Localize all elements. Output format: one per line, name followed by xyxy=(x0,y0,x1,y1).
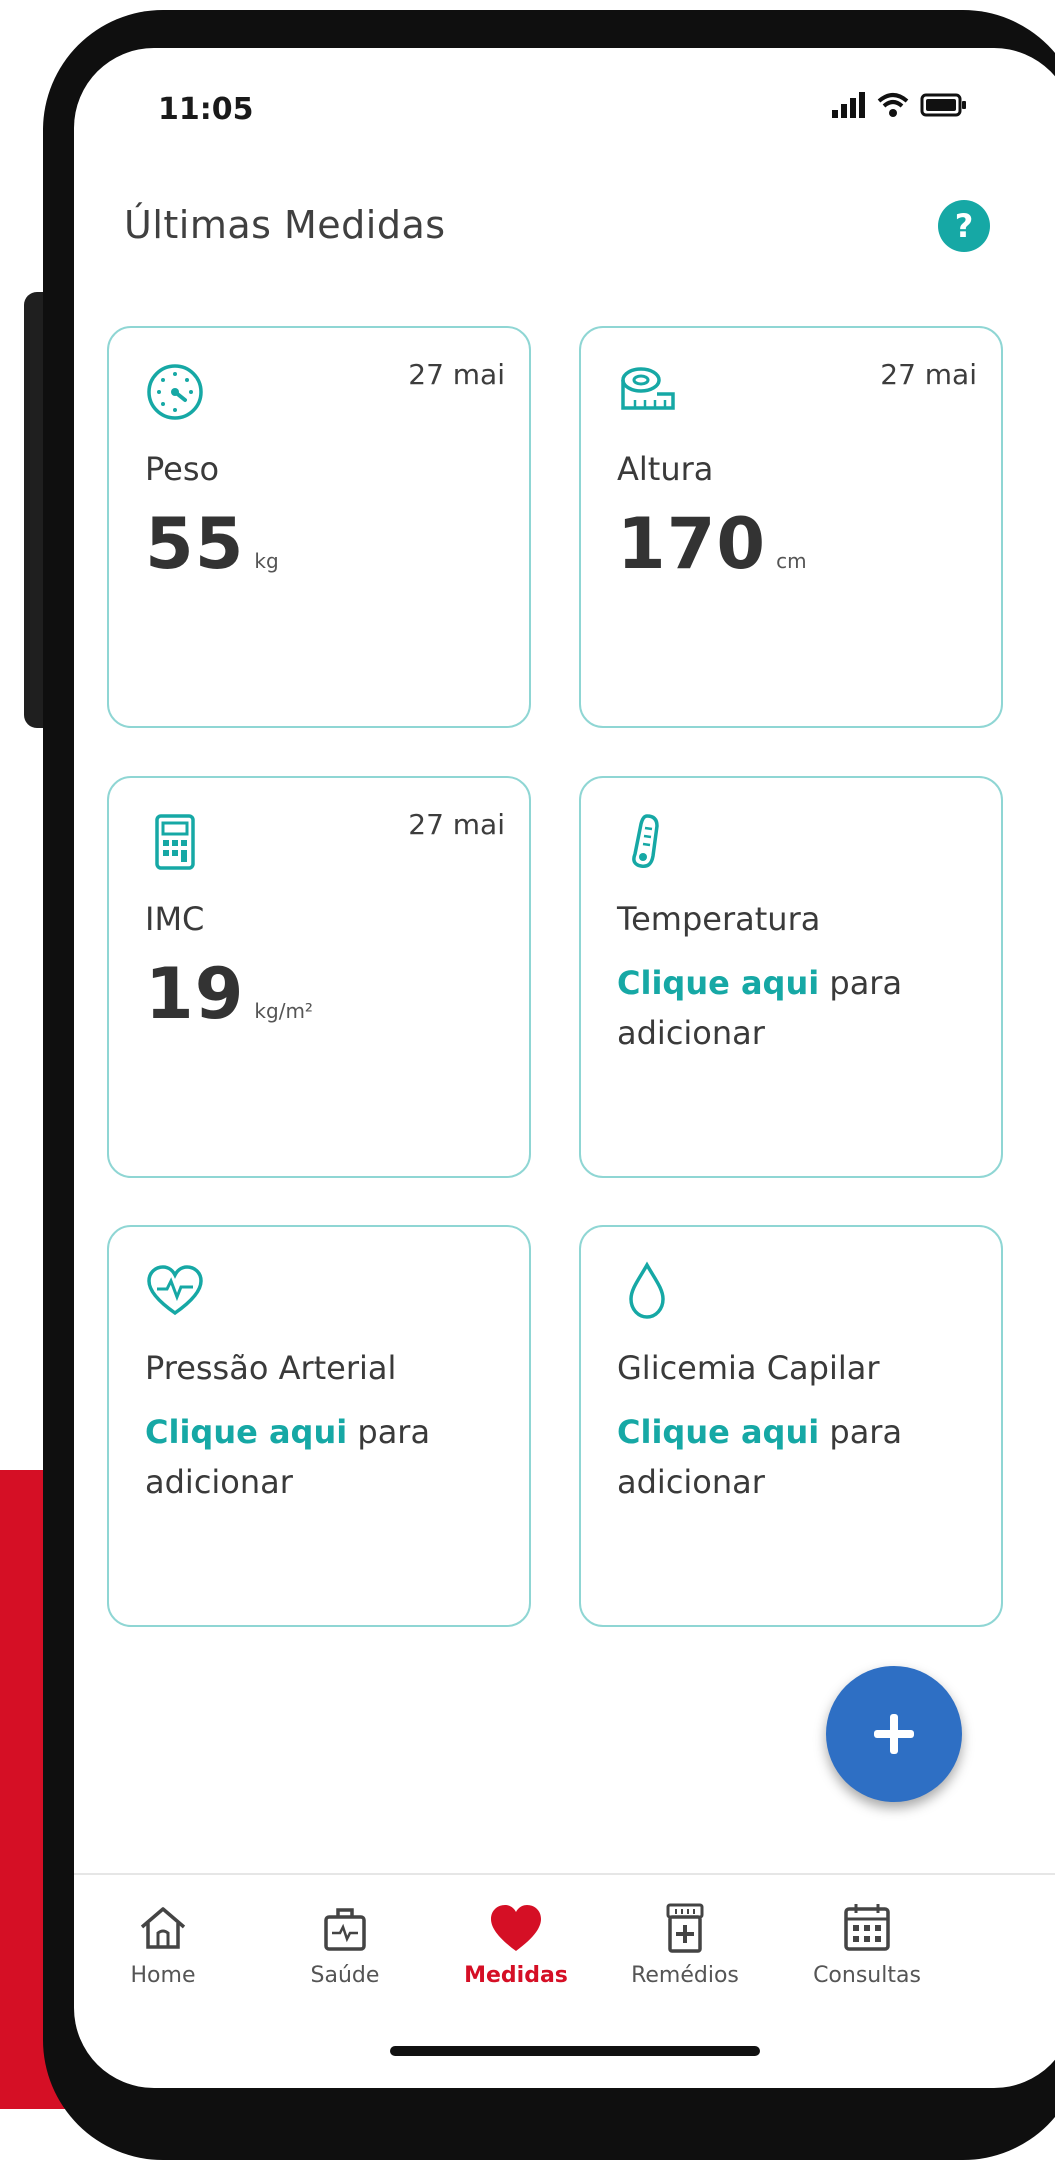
card-label: Altura xyxy=(617,450,714,488)
nav-divider xyxy=(74,1873,1055,1875)
card-value: 19 kg/m² xyxy=(145,953,313,1035)
status-icons xyxy=(830,92,968,118)
bottom-nav: Home Saúde Medidas Remédios Consultas xyxy=(74,1883,1055,2003)
help-icon: ? xyxy=(954,207,974,245)
card-altura[interactable]: 27 mai Altura 170 cm xyxy=(579,326,1003,728)
card-label: Temperatura xyxy=(617,900,821,938)
add-measurement-button[interactable] xyxy=(826,1666,962,1802)
drop-icon xyxy=(629,1261,665,1319)
wifi-icon xyxy=(877,93,909,117)
card-temperatura[interactable]: Temperatura Clique aqui para adicionar xyxy=(579,776,1003,1178)
card-glicemia-capilar[interactable]: Glicemia Capilar Clique aqui para adicio… xyxy=(579,1225,1003,1627)
card-date: 27 mai xyxy=(408,358,505,391)
add-measure-prompt: Clique aqui para adicionar xyxy=(617,958,977,1058)
thermometer-icon xyxy=(632,814,659,869)
nav-label: Medidas xyxy=(464,1963,568,1988)
card-value: 170 cm xyxy=(617,503,807,585)
card-label: Peso xyxy=(145,450,220,488)
card-label: IMC xyxy=(145,900,205,938)
add-measure-prompt: Clique aqui para adicionar xyxy=(145,1407,505,1507)
add-measure-link[interactable]: Clique aqui xyxy=(617,1413,819,1451)
nav-item-remedios[interactable]: Remédios xyxy=(610,1883,760,1993)
card-imc[interactable]: 27 mai IMC 19 kg/m² xyxy=(107,776,531,1178)
card-number: 19 xyxy=(145,953,245,1035)
plus-icon xyxy=(874,1714,914,1754)
nav-item-home[interactable]: Home xyxy=(88,1883,238,1993)
nav-label: Consultas xyxy=(813,1963,921,1988)
measuring-tape-icon xyxy=(621,367,675,410)
heart-pulse-icon xyxy=(147,1265,203,1316)
nav-item-consultas[interactable]: Consultas xyxy=(792,1883,942,1993)
add-measure-prompt: Clique aqui para adicionar xyxy=(617,1407,977,1507)
calculator-icon xyxy=(155,814,195,870)
card-label: Pressão Arterial xyxy=(145,1349,397,1387)
nav-label: Saúde xyxy=(310,1963,380,1988)
nav-item-saude[interactable]: Saúde xyxy=(270,1883,420,1993)
card-label: Glicemia Capilar xyxy=(617,1349,880,1387)
signal-icon xyxy=(832,92,865,118)
home-icon xyxy=(140,1907,186,1949)
nav-label: Home xyxy=(130,1963,196,1988)
add-measure-link[interactable]: Clique aqui xyxy=(617,964,819,1002)
card-value: 55 kg xyxy=(145,503,279,585)
status-time: 11:05 xyxy=(158,92,254,127)
nav-item-medidas[interactable]: Medidas xyxy=(441,1883,591,1993)
card-unit: kg xyxy=(254,549,279,573)
page-title: Últimas Medidas xyxy=(124,203,446,247)
nav-label: Remédios xyxy=(631,1963,739,1988)
card-number: 55 xyxy=(145,503,245,585)
card-date: 27 mai xyxy=(408,808,505,841)
calendar-icon xyxy=(844,1904,890,1951)
card-unit: cm xyxy=(776,549,807,573)
status-bar: 11:05 xyxy=(74,48,1055,158)
card-pressao-arterial[interactable]: Pressão Arterial Clique aqui para adicio… xyxy=(107,1225,531,1627)
health-kit-icon xyxy=(324,1908,366,1951)
scale-icon xyxy=(147,364,203,420)
card-peso[interactable]: 27 mai Peso 55 kg xyxy=(107,326,531,728)
add-measure-link[interactable]: Clique aqui xyxy=(145,1413,347,1451)
card-date: 27 mai xyxy=(880,358,977,391)
help-button[interactable]: ? xyxy=(938,200,990,252)
card-number: 170 xyxy=(617,503,767,585)
app-screen: 11:05 Últimas Medidas ? 27 mai Peso 55 k… xyxy=(74,48,1055,2088)
pill-box-icon xyxy=(666,1903,704,1953)
card-unit: kg/m² xyxy=(254,999,313,1023)
battery-icon xyxy=(920,93,966,117)
heart-icon xyxy=(491,1905,541,1951)
home-indicator xyxy=(390,2046,760,2056)
